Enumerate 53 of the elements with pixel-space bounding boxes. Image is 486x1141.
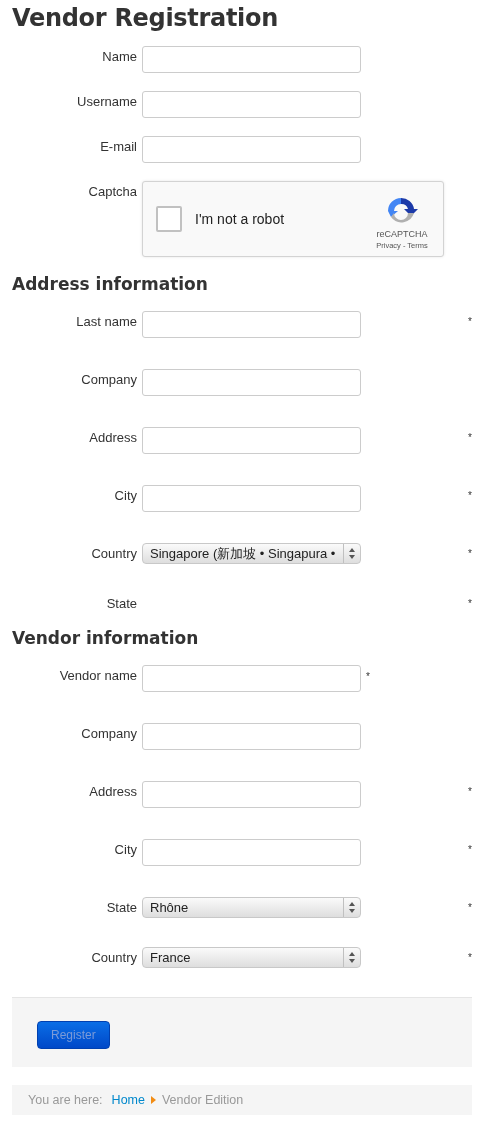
field-label: Address — [88, 429, 137, 445]
field-label: Company — [80, 371, 137, 387]
required-mark: * — [366, 670, 370, 682]
up-down-arrows-icon — [348, 952, 356, 963]
field-label: City — [113, 841, 137, 857]
required-mark: * — [468, 785, 472, 797]
field-label: Name — [101, 48, 137, 64]
required-mark: * — [468, 843, 472, 855]
section-heading: Vendor information — [12, 627, 200, 650]
field-label: Username — [76, 93, 137, 109]
triangle-separator-icon — [150, 1096, 156, 1104]
input-field[interactable] — [142, 136, 361, 163]
field-label: State — [105, 899, 137, 915]
required-mark: * — [468, 547, 472, 559]
input-field[interactable] — [142, 485, 361, 512]
required-mark: * — [468, 597, 472, 609]
required-mark: * — [468, 431, 472, 443]
breadcrumb-current: Vendor Edition — [161, 1093, 244, 1107]
breadcrumb-link[interactable]: Home — [111, 1093, 145, 1107]
input-field[interactable] — [142, 427, 361, 454]
input-field[interactable] — [142, 91, 361, 118]
field-label: Country — [90, 949, 137, 965]
checkbox[interactable] — [156, 206, 182, 232]
captcha-brand: reCAPTCHA — [376, 228, 428, 239]
page-title: Vendor Registration — [12, 3, 279, 34]
select-field[interactable]: Singapore (新加坡 • Singapura • — [142, 543, 361, 564]
input-field[interactable] — [142, 369, 361, 396]
field-label: Company — [80, 725, 137, 741]
input-field[interactable] — [142, 665, 361, 692]
captcha-label: I'm not a robot — [195, 211, 286, 227]
input-field[interactable] — [142, 781, 361, 808]
breadcrumb-prefix: You are here: — [28, 1093, 103, 1107]
field-label: Captcha — [87, 183, 137, 199]
input-field[interactable] — [142, 46, 361, 73]
up-down-arrows-icon — [348, 902, 356, 913]
field-label: E-mail — [99, 138, 137, 154]
required-mark: * — [468, 315, 472, 327]
required-mark: * — [468, 901, 472, 913]
required-mark: * — [468, 951, 472, 963]
field-label: Address — [88, 783, 137, 799]
input-field[interactable] — [142, 839, 361, 866]
up-down-arrows-icon — [348, 548, 356, 559]
field-label: Vendor name — [58, 667, 137, 683]
input-field[interactable] — [142, 723, 361, 750]
field-label: Country — [90, 545, 137, 561]
section-heading: Address information — [12, 273, 209, 296]
select-field[interactable]: France — [142, 947, 361, 968]
field-label: City — [113, 487, 137, 503]
required-mark: * — [468, 489, 472, 501]
input-field[interactable] — [142, 311, 361, 338]
field-label: State — [105, 595, 137, 611]
select-field[interactable]: Rhône — [142, 897, 361, 918]
field-label: Last name — [75, 313, 137, 329]
